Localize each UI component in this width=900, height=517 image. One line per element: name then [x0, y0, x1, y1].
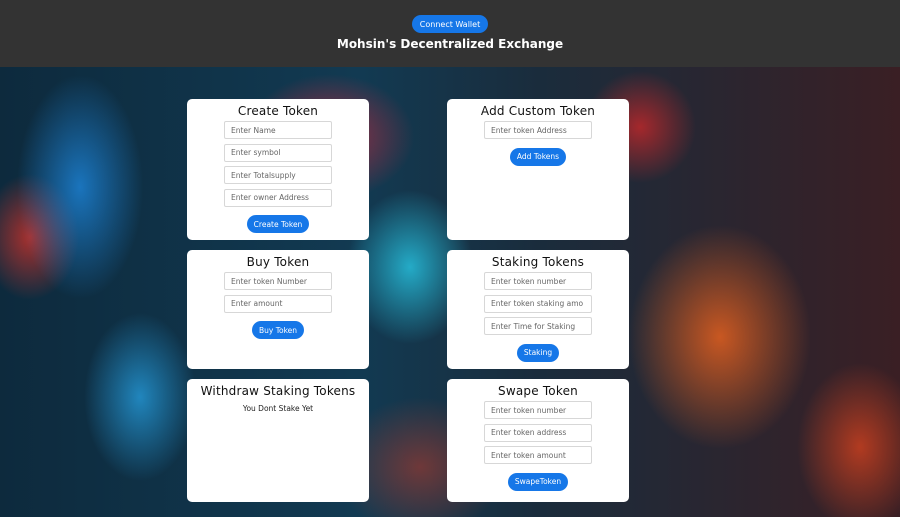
swap-token-amount-input[interactable]	[484, 446, 592, 464]
staking-amount-input[interactable]	[484, 294, 592, 313]
app-header: Connect Wallet Mohsin's Decentralized Ex…	[0, 0, 900, 67]
token-supply-input[interactable]	[224, 166, 332, 184]
swap-token-address-input[interactable]	[484, 423, 592, 442]
custom-token-address-input[interactable]	[484, 121, 592, 139]
buy-token-card: Buy Token Buy Token	[187, 250, 369, 369]
buy-token-number-input[interactable]	[224, 272, 332, 290]
withdraw-status-text: You Dont Stake Yet	[242, 404, 314, 413]
buy-token-title: Buy Token	[246, 255, 310, 269]
buy-token-button[interactable]: Buy Token	[251, 321, 305, 339]
token-name-input[interactable]	[224, 121, 332, 139]
staking-tokens-card: Staking Tokens Staking	[447, 250, 629, 369]
staking-button[interactable]: Staking	[516, 343, 560, 362]
create-token-card: Create Token Create Token	[187, 99, 369, 240]
swap-token-title: Swape Token	[498, 384, 578, 398]
site-title: Mohsin's Decentralized Exchange	[336, 37, 564, 51]
create-token-button[interactable]: Create Token	[246, 215, 310, 233]
add-custom-token-card: Add Custom Token Add Tokens	[447, 99, 629, 240]
add-custom-token-title: Add Custom Token	[480, 104, 596, 118]
buy-amount-input[interactable]	[224, 294, 332, 313]
withdraw-staking-title: Withdraw Staking Tokens	[200, 384, 356, 398]
create-token-title: Create Token	[237, 104, 319, 118]
add-tokens-button[interactable]: Add Tokens	[509, 147, 567, 166]
staking-tokens-title: Staking Tokens	[491, 255, 585, 269]
withdraw-staking-card: Withdraw Staking Tokens You Dont Stake Y…	[187, 379, 369, 502]
connect-wallet-button[interactable]: Connect Wallet	[411, 15, 489, 33]
staking-token-number-input[interactable]	[484, 272, 592, 290]
swap-token-button[interactable]: SwapeToken	[507, 472, 569, 491]
token-symbol-input[interactable]	[224, 143, 332, 162]
owner-address-input[interactable]	[224, 188, 332, 207]
staking-time-input[interactable]	[484, 317, 592, 335]
swap-token-card: Swape Token SwapeToken	[447, 379, 629, 502]
swap-token-number-input[interactable]	[484, 401, 592, 419]
